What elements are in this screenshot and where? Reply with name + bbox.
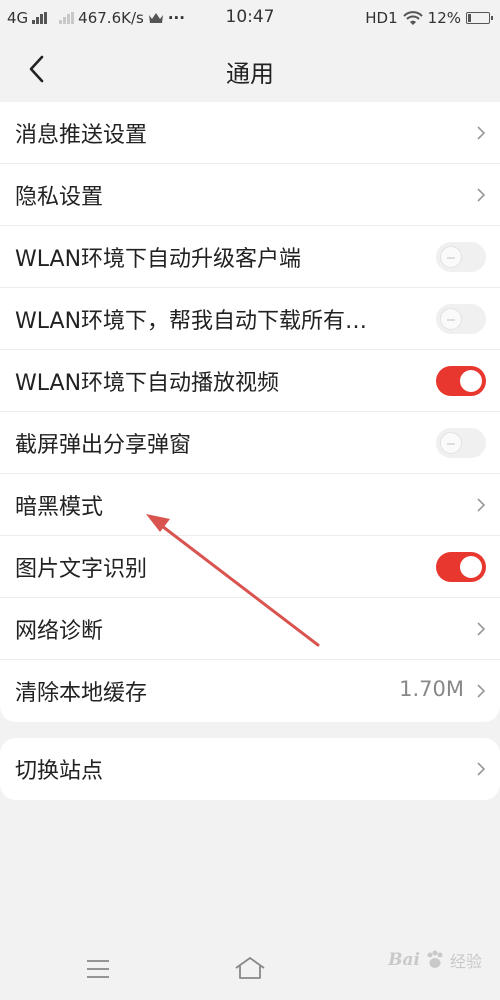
wifi-icon [402, 10, 423, 25]
toggle-knob [460, 370, 482, 392]
setting-label: 网络诊断 [15, 618, 104, 644]
setting-label: 暗黑模式 [15, 494, 104, 520]
setting-row-auto-download: WLAN环境下，帮我自动下载所有… [0, 288, 500, 350]
cache-size: 1.70M [399, 677, 464, 701]
watermark-logo: Bai [388, 950, 420, 970]
auto-update-toggle[interactable] [436, 242, 486, 272]
setting-label: 截屏弹出分享弹窗 [15, 432, 192, 458]
toggle-knob [460, 556, 482, 578]
paw-icon [427, 950, 443, 968]
system-nav-bar: Bai 经验 [0, 940, 500, 1000]
hd-indicator: HD1 [365, 9, 398, 27]
setting-row-dark-mode[interactable]: 暗黑模式 [0, 474, 500, 536]
screenshot-share-toggle[interactable] [436, 428, 486, 458]
toggle-knob [440, 308, 462, 330]
chevron-right-icon [477, 188, 486, 202]
page-title: 通用 [226, 60, 274, 88]
setting-label: WLAN环境下自动升级客户端 [15, 246, 302, 272]
menu-icon[interactable] [86, 958, 110, 980]
chevron-right-icon [477, 684, 486, 698]
battery-percent: 12% [427, 9, 461, 27]
setting-row-image-text-recognition: 图片文字识别 [0, 536, 500, 598]
setting-label: 图片文字识别 [15, 556, 148, 582]
setting-label: WLAN环境下自动播放视频 [15, 370, 280, 396]
setting-label: 消息推送设置 [15, 122, 148, 148]
baidu-watermark: Bai 经验 [388, 948, 482, 972]
setting-label: 切换站点 [15, 759, 104, 784]
setting-label: 隐私设置 [15, 184, 104, 210]
status-bar: 4G 467.6K/s ··· 10:47 HD1 12% [0, 0, 500, 36]
setting-row-screenshot-share: 截屏弹出分享弹窗 [0, 412, 500, 474]
home-icon[interactable] [233, 954, 267, 982]
site-switch-card: 切换站点 [0, 738, 500, 800]
nav-bar: 通用 [0, 36, 500, 100]
image-text-recognition-toggle[interactable] [436, 552, 486, 582]
toggle-knob [440, 246, 462, 268]
battery-icon [466, 12, 493, 24]
setting-label: WLAN环境下，帮我自动下载所有… [15, 308, 368, 334]
toggle-knob [440, 432, 462, 454]
status-right: HD1 12% [365, 9, 493, 27]
setting-row-privacy[interactable]: 隐私设置 [0, 164, 500, 226]
setting-row-clear-cache[interactable]: 清除本地缓存 1.70M [0, 660, 500, 722]
setting-row-autoplay-video: WLAN环境下自动播放视频 [0, 350, 500, 412]
setting-row-auto-update: WLAN环境下自动升级客户端 [0, 226, 500, 288]
chevron-right-icon [477, 762, 486, 776]
autoplay-video-toggle[interactable] [436, 366, 486, 396]
watermark-text: 经验 [449, 952, 482, 971]
setting-row-switch-site[interactable]: 切换站点 [0, 738, 500, 800]
chevron-right-icon [477, 622, 486, 636]
chevron-right-icon [477, 498, 486, 512]
setting-label: 清除本地缓存 [15, 681, 148, 706]
settings-list: 消息推送设置 隐私设置 WLAN环境下自动升级客户端 WLAN环境下，帮我自动下… [0, 102, 500, 722]
setting-row-push[interactable]: 消息推送设置 [0, 102, 500, 164]
setting-row-network-diagnosis[interactable]: 网络诊断 [0, 598, 500, 660]
chevron-right-icon [477, 126, 486, 140]
auto-download-toggle[interactable] [436, 304, 486, 334]
